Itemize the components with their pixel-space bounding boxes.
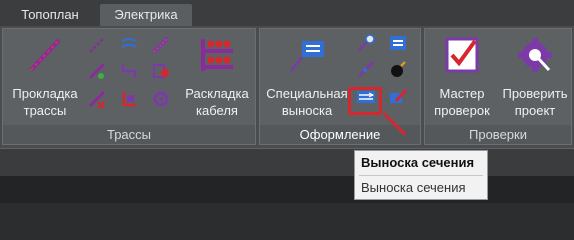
tooltip-separator [359, 175, 483, 176]
cable-layout-label-1: Раскладка [185, 86, 249, 101]
trace-tool-4-icon[interactable] [87, 61, 107, 81]
highlight-box [348, 87, 382, 115]
route-trace-label-1: Прокладка [12, 86, 78, 101]
trace-tool-8-icon[interactable] [119, 89, 139, 109]
tab-topoplan[interactable]: Топоплан [6, 4, 94, 26]
tab-electrics[interactable]: Электрика [100, 4, 192, 26]
trace-tool-2-icon[interactable] [119, 35, 139, 55]
trace-tool-9-icon[interactable] [151, 89, 171, 109]
panel-title-traces: Трассы [3, 125, 255, 144]
panel-title-checks: Проверки [425, 125, 571, 144]
trace-tool-3-icon[interactable] [151, 35, 171, 55]
special-callout-label-1: Специальная [266, 86, 348, 101]
check-master-button[interactable]: Мастер проверок [427, 29, 497, 125]
tooltip-description: Выноска сечения [361, 180, 466, 195]
route-trace-label-2: трассы [23, 103, 67, 118]
check-master-icon [445, 37, 479, 73]
special-callout-label-2: выноска [281, 103, 333, 118]
tooltip: Выноска сечения Выноска сечения [354, 150, 488, 200]
check-project-gear-icon [518, 38, 552, 72]
design-tool-6-icon[interactable] [388, 87, 408, 107]
trace-tool-7-icon[interactable] [87, 89, 107, 109]
route-line-icon [29, 38, 61, 72]
route-trace-button[interactable]: Прокладка трассы [5, 29, 85, 125]
check-project-button[interactable]: Проверить проект [499, 29, 571, 125]
panel-checks: Мастер проверок Проверить проект Проверк… [424, 28, 572, 145]
design-tool-1-icon[interactable] [356, 33, 376, 53]
check-project-label-1: Проверить [502, 86, 568, 101]
check-master-label-1: Мастер [439, 86, 485, 101]
special-callout-icon [290, 41, 324, 72]
cable-layout-label-2: кабеля [196, 103, 238, 118]
cable-layout-icon [201, 39, 233, 71]
design-tool-3-icon[interactable] [356, 59, 376, 79]
trace-tool-1-icon[interactable] [87, 35, 107, 55]
panel-traces: Прокладка трассы Раскладка кабеля Трассы [2, 28, 256, 145]
tooltip-title: Выноска сечения [361, 155, 475, 170]
ribbon-tabbar: Топоплан Электрика [0, 0, 574, 26]
trace-tool-6-icon[interactable] [151, 61, 171, 81]
special-callout-button[interactable]: Специальная выноска [262, 29, 352, 125]
check-master-label-2: проверок [434, 103, 490, 118]
design-tool-4-icon[interactable] [388, 59, 408, 79]
design-tool-2-icon[interactable] [388, 33, 408, 53]
cable-layout-button[interactable]: Раскладка кабеля [179, 29, 255, 125]
trace-tool-5-icon[interactable] [119, 61, 139, 81]
check-project-label-2: проект [514, 103, 556, 118]
